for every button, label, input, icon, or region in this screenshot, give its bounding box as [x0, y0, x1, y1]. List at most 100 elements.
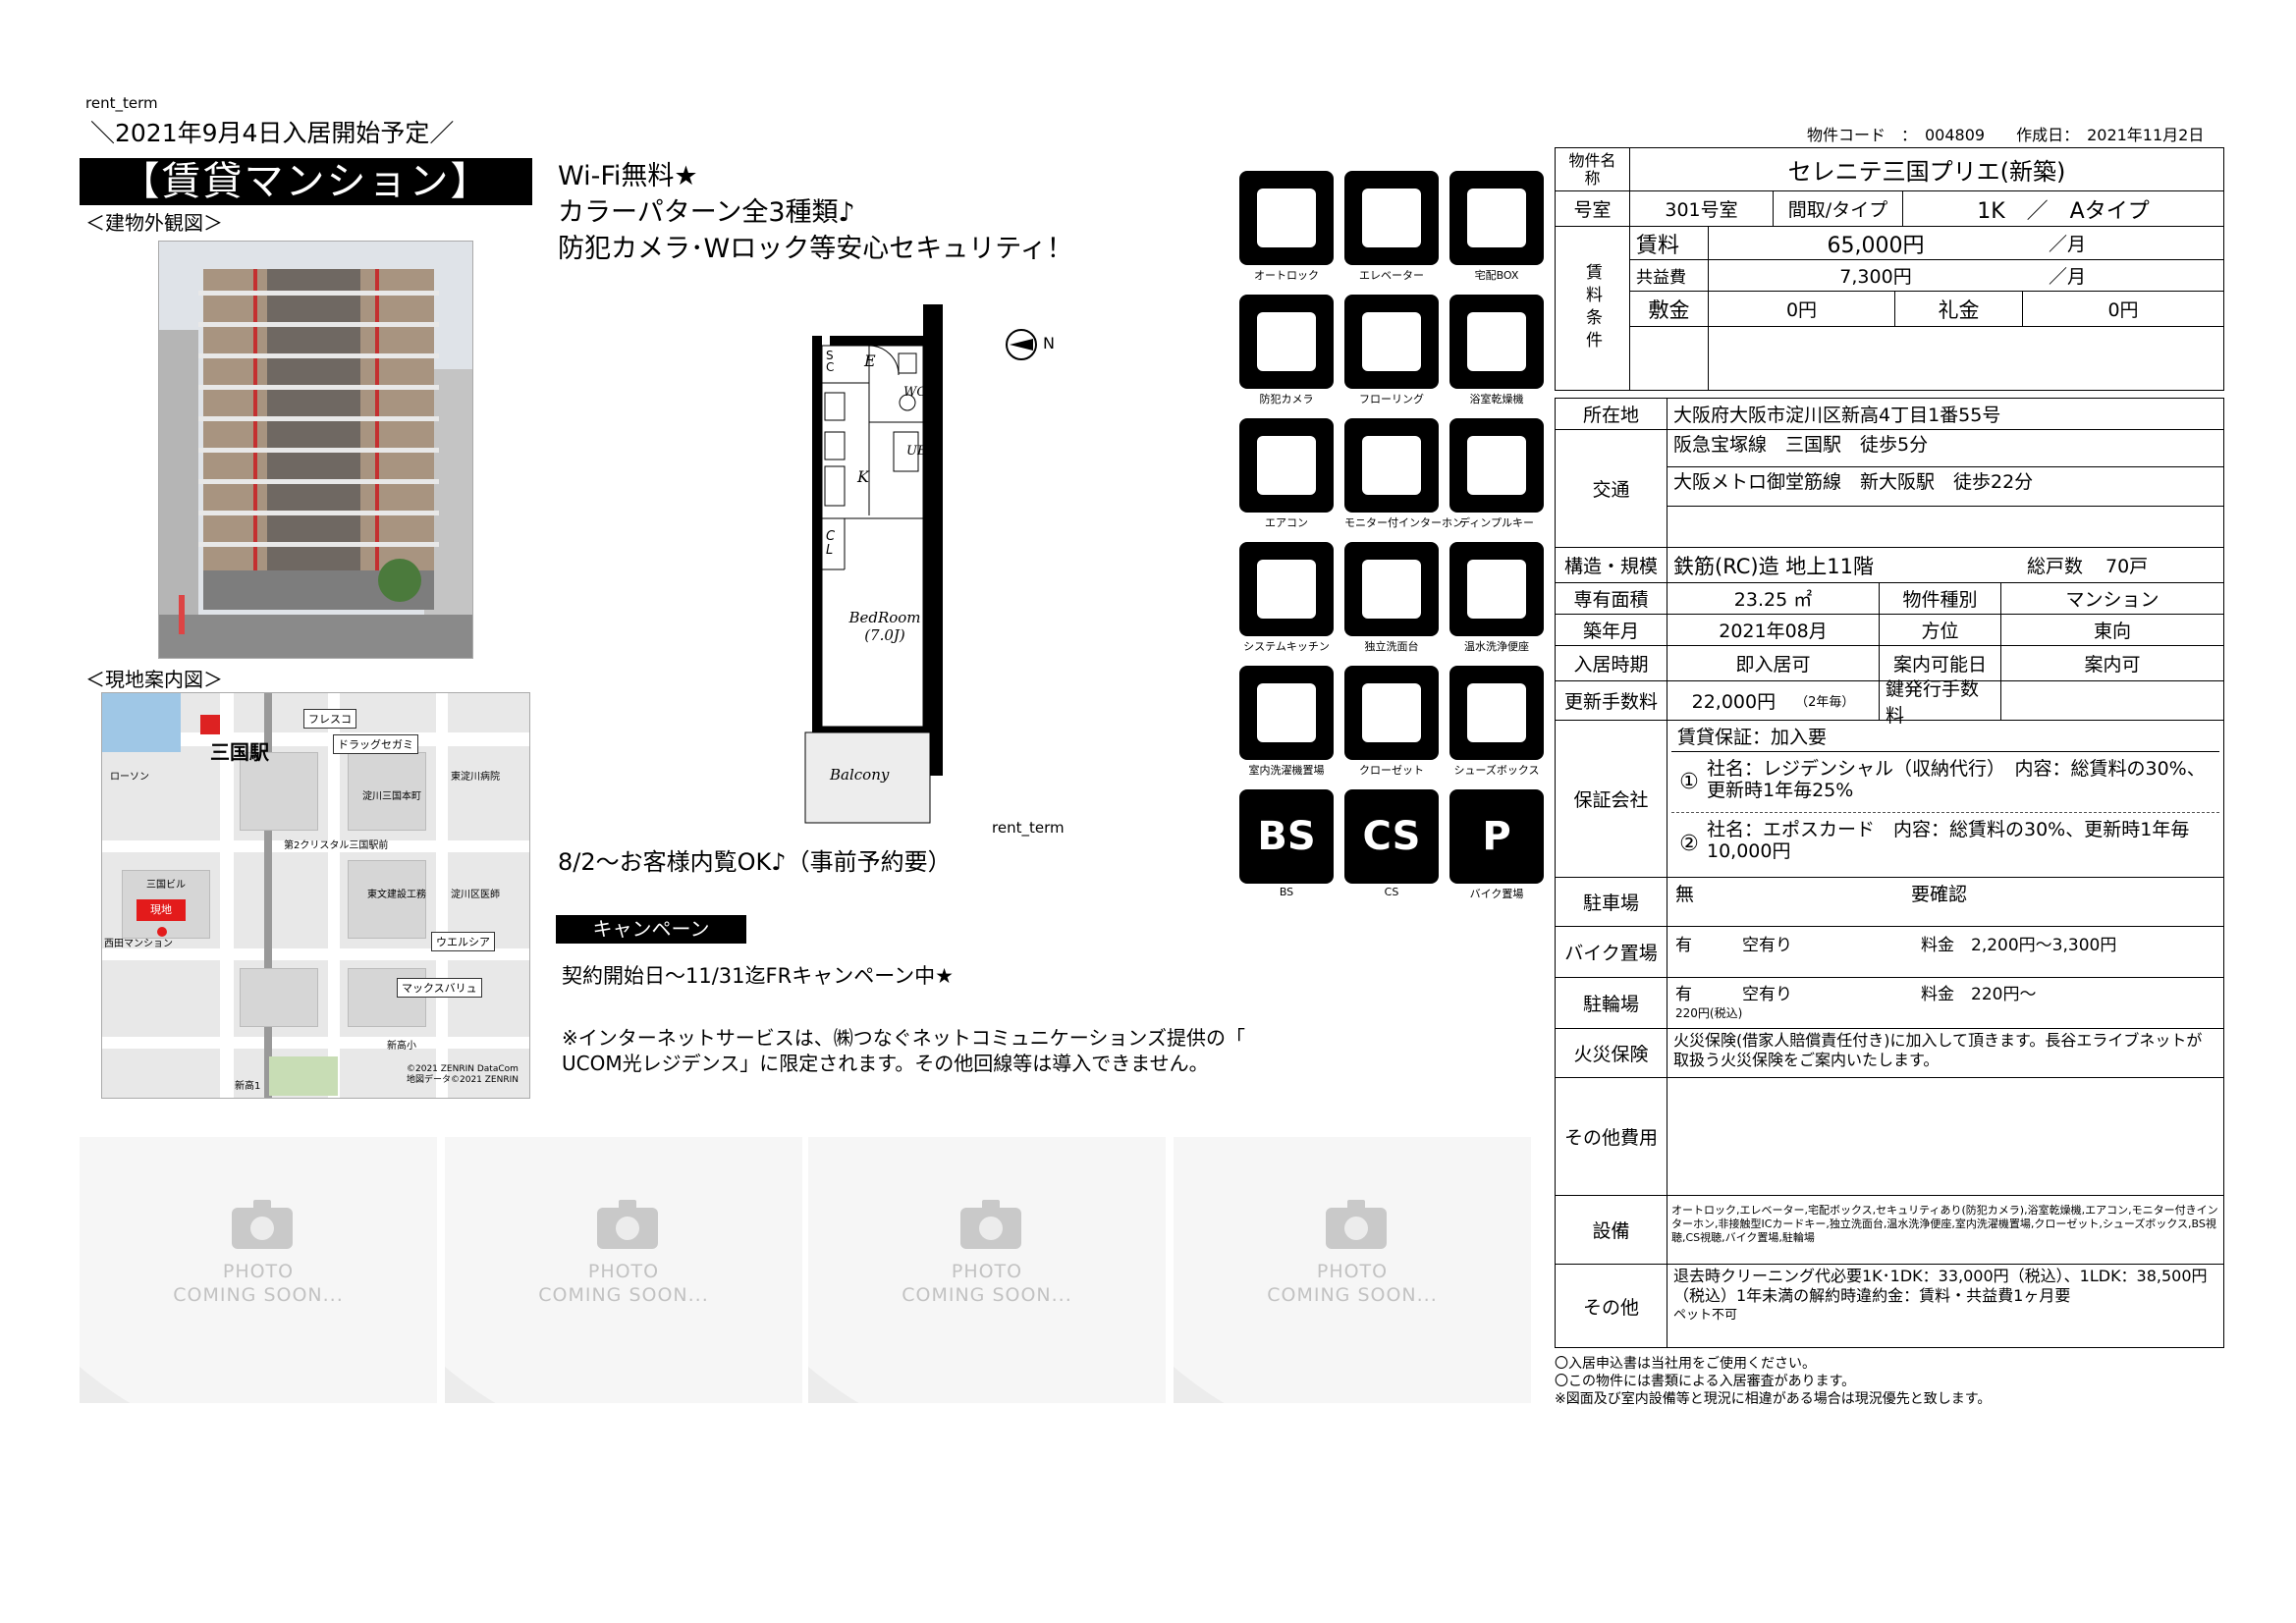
layout-value: 1K ／ Aタイプ	[1977, 198, 2150, 224]
icon-glyph	[1362, 312, 1421, 371]
shoe-box-icon	[1449, 666, 1544, 760]
equipment-item: エアコン	[1239, 418, 1334, 530]
camera-icon	[960, 1200, 1021, 1249]
icon-caption: 浴室乾燥機	[1469, 393, 1524, 406]
insurance-label: 火災保険	[1556, 1029, 1667, 1077]
guarantor-head: 賃貸保証：加入要	[1671, 723, 2219, 752]
map-tag-welcia: ウエルシア	[431, 932, 495, 951]
rent-value: 65,000円	[1827, 233, 1925, 258]
pr-line: 防犯カメラ･Wロック等安心セキュリティ！	[558, 234, 1073, 264]
guarantor-1-no: ①	[1679, 770, 1699, 794]
security-camera-icon	[1239, 295, 1334, 389]
deposit-label: 敷金	[1630, 292, 1709, 326]
icon-caption: 宅配BOX	[1474, 269, 1519, 282]
map-area-label: 東淀川病院	[451, 772, 500, 783]
photo-text: COMING SOON...	[902, 1284, 1072, 1306]
area-label: 専有面積	[1556, 583, 1667, 614]
icon-glyph	[1467, 436, 1526, 495]
direction-label: 方位	[1880, 615, 2001, 645]
rent-term-top: rent_term	[85, 94, 158, 112]
icon-caption: 独立洗面台	[1364, 640, 1419, 653]
fp-closet: C L	[826, 529, 836, 558]
north-arrow-icon	[1006, 329, 1039, 362]
deposit-value: 0円	[1709, 292, 1895, 326]
icon-glyph	[1257, 560, 1316, 619]
note-line: 〇この物件には書類による入居審査があります。	[1555, 1374, 1856, 1389]
cs-icon: CS	[1344, 789, 1439, 884]
transit-line-1: 阪急宝塚線 三国駅 徒歩5分	[1667, 430, 2223, 467]
map-area-label: 淀川三国本町	[362, 791, 421, 802]
river-area	[102, 693, 181, 752]
photo-placeholder: PHOTO COMING SOON...	[808, 1137, 1166, 1403]
campaign-label: キャンペーン	[556, 915, 746, 944]
closet-icon	[1344, 666, 1439, 760]
rent-term-plan: rent_term	[992, 819, 1065, 837]
icon-glyph	[1362, 683, 1421, 742]
icon-glyph	[1362, 189, 1421, 247]
property-code: 物件コード ： 004809 作成日： 2021年11月2日	[1807, 126, 2205, 144]
room-label: 号室	[1556, 191, 1630, 226]
equipment-item: P バイク置場	[1449, 789, 1544, 901]
campaign-text: 契約開始日～11/31迄FRキャンペーン中★	[562, 964, 954, 988]
bicycle-note: 220円(税込)	[1675, 1006, 1743, 1020]
map-label: ＜現地案内図＞	[85, 668, 223, 691]
rent-terms-label: 賃料条件	[1556, 227, 1630, 390]
icon-glyph	[1467, 560, 1526, 619]
icon-label: CS	[1362, 814, 1421, 859]
washing-machine-icon	[1239, 666, 1334, 760]
address-label: 所在地	[1556, 399, 1667, 429]
icon-glyph	[1257, 189, 1316, 247]
key-fee-label: 鍵発行手数料	[1880, 678, 2001, 727]
building-illustration	[159, 242, 472, 658]
move-in-date: ＼2021年9月4日入居開始予定／	[90, 119, 455, 147]
guarantor-1: 社名：レジデンシャル（収納代行） 内容：総賃料の30%、更新時1年毎25%	[1707, 758, 2206, 801]
layout-label: 間取/タイプ	[1774, 191, 1903, 226]
icon-glyph	[1257, 683, 1316, 742]
flooring-icon	[1344, 295, 1439, 389]
property-details-table: 所在地 大阪府大阪市淀川区新高4丁目1番55号 交通 阪急宝塚線 三国駅 徒歩5…	[1555, 398, 2224, 1348]
icon-glyph	[1362, 560, 1421, 619]
camera-icon	[597, 1200, 658, 1249]
guarantor-label: 保証会社	[1556, 721, 1667, 877]
photo-placeholder: PHOTO COMING SOON...	[1174, 1137, 1531, 1403]
icon-glyph	[1467, 189, 1526, 247]
equipment-item: フローリング	[1344, 295, 1439, 406]
property-name: セレニテ三国プリエ(新築)	[1787, 158, 2066, 186]
pr-line: カラーパターン全3種類♪	[558, 197, 855, 228]
map-area-label: 新高小	[387, 1041, 416, 1052]
map-copyright: ©2021 ZENRIN DataCom 地図データ©2021 ZENRIN	[407, 1064, 519, 1086]
map-here-marker: 現地	[137, 899, 186, 921]
equipment-item: CS CS	[1344, 789, 1439, 898]
icon-caption: システムキッチン	[1243, 640, 1330, 653]
property-name-label: 物件名称	[1556, 148, 1630, 190]
fp-bedroom: BedRoom (7.0J)	[846, 609, 924, 644]
exterior-label: ＜建物外観図＞	[85, 211, 223, 235]
floor-plan: S C E WC UB K C L BedRoom (7.0J) Balcony	[800, 295, 982, 825]
icon-caption: バイク置場	[1469, 888, 1524, 900]
icon-caption: CS	[1384, 886, 1399, 898]
guarantor-2: 社名：エポスカード 内容：総賃料の30%、更新時1年毎10,000円	[1707, 819, 2190, 862]
bath-dryer-icon	[1449, 295, 1544, 389]
parking-label: 駐車場	[1556, 878, 1667, 926]
photo-text: PHOTO	[951, 1261, 1023, 1282]
dimple-key-icon	[1449, 418, 1544, 513]
station-icon	[200, 715, 220, 734]
map-area-label: 東文建設工務	[367, 890, 426, 900]
icon-caption: BS	[1279, 886, 1294, 898]
structure-label: 構造・規模	[1556, 548, 1667, 582]
icon-glyph	[1257, 312, 1316, 371]
area-value: 23.25 ㎡	[1667, 583, 1880, 614]
icon-caption: フローリング	[1359, 393, 1424, 406]
note-line: ※図面及び室内設備等と現況に相違がある場合は現況優先と致します。	[1555, 1391, 1992, 1407]
built-label: 築年月	[1556, 615, 1667, 645]
equipment-item: 防犯カメラ	[1239, 295, 1334, 406]
fee-unit: ／月	[2049, 266, 2087, 288]
bike-parking-icon: P	[1449, 789, 1544, 884]
fp-shoe-closet: S C	[826, 349, 835, 374]
icon-caption: クローゼット	[1359, 764, 1424, 777]
equipment-item: システムキッチン	[1239, 542, 1334, 654]
internet-note: ※インターネットサービスは、㈱つなぐネットコミュニケーションズ提供の「 UCOM…	[562, 1025, 1245, 1076]
viewing-note: 8/2～お客様内覧OK♪（事前予約要）	[558, 848, 952, 876]
camera-icon	[232, 1200, 293, 1249]
fp-kitchen: K	[857, 467, 869, 486]
